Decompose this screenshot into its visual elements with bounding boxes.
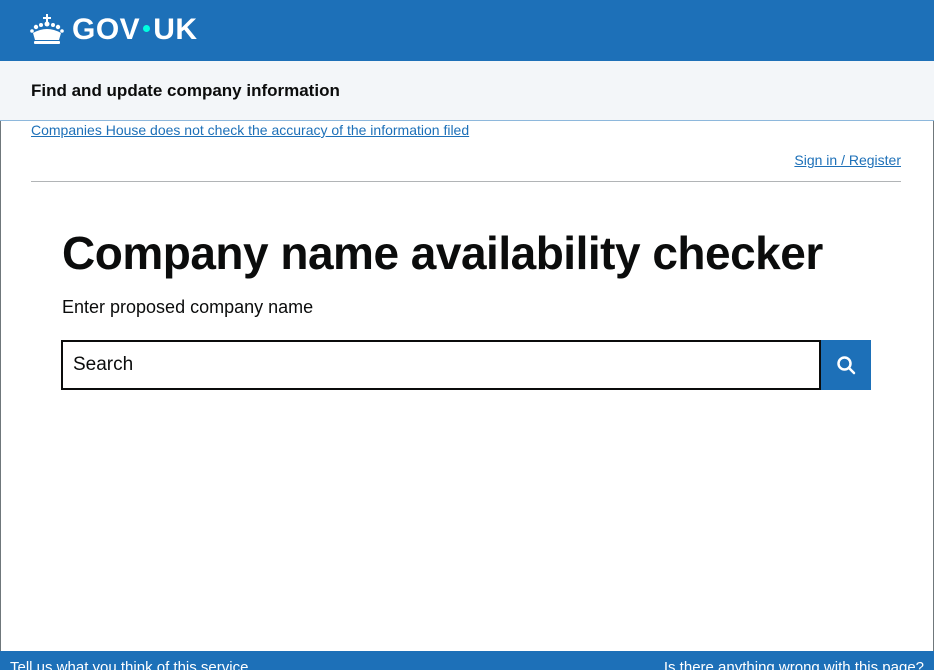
logo-gov-text: GOV bbox=[72, 13, 141, 46]
sign-in-register-link[interactable]: Sign in / Register bbox=[794, 152, 901, 168]
search-input[interactable] bbox=[61, 340, 821, 390]
company-name-label: Enter proposed company name bbox=[62, 297, 314, 317]
accuracy-notice-link[interactable]: Companies House does not check the accur… bbox=[31, 122, 469, 138]
service-bar: Find and update company information bbox=[0, 61, 934, 121]
logo-uk-text: UK bbox=[153, 13, 198, 46]
search-form bbox=[61, 340, 871, 390]
feedback-service-link[interactable]: Tell us what you think of this service bbox=[10, 659, 248, 670]
service-name-link[interactable]: Find and update company information bbox=[31, 81, 340, 101]
report-page-problem-link[interactable]: Is there anything wrong with this page? bbox=[664, 659, 924, 670]
govuk-logo-link[interactable]: GOV UK bbox=[30, 12, 198, 48]
logo-dot bbox=[143, 25, 151, 33]
search-icon bbox=[837, 356, 856, 375]
govuk-logo-text: GOV UK bbox=[72, 13, 198, 47]
section-divider bbox=[31, 181, 901, 182]
govuk-header: GOV UK bbox=[0, 0, 934, 61]
search-button[interactable] bbox=[821, 340, 871, 390]
page-title: Company name availability checker bbox=[62, 227, 823, 279]
feedback-bar: Tell us what you think of this service I… bbox=[0, 651, 934, 670]
crown-icon bbox=[30, 14, 64, 44]
